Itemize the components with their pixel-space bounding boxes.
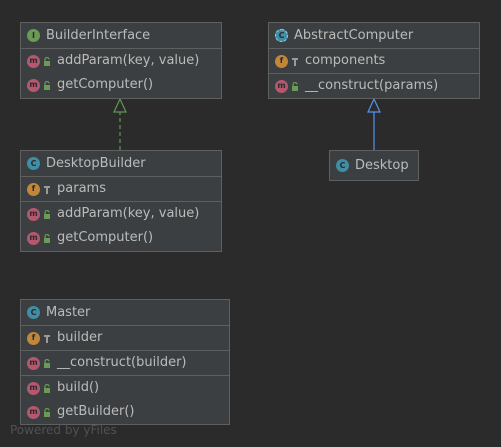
method-icon: m [27,405,40,419]
methods-section: m addParam(key, value) m getComputer() [21,48,221,97]
field-name: params [57,181,106,196]
method-icon: m [27,78,40,92]
diagram-canvas: I BuilderInterface m addParam(key, value… [0,0,501,447]
method-icon: m [275,79,288,93]
class-header: C DesktopBuilder [21,151,221,176]
public-lock-icon [44,383,50,393]
method-icon: m [27,381,40,395]
class-name: Master [46,305,91,320]
method-icon: m [27,231,40,245]
method-icon: m [27,356,40,370]
class-node-builder-interface[interactable]: I BuilderInterface m addParam(key, value… [20,22,222,99]
method-row[interactable]: m getComputer() [21,73,221,97]
public-lock-icon [44,56,50,66]
method-name: __construct(builder) [57,355,187,370]
methods-section: m __construct(params) [269,73,479,98]
fields-section: f builder [21,325,229,350]
protected-key-icon [292,57,298,66]
class-header: C Master [21,300,229,325]
method-icon: m [27,54,40,68]
method-row[interactable]: m __construct(builder) [21,351,229,375]
public-lock-icon [44,209,50,219]
class-name: AbstractComputer [294,28,414,43]
class-icon: C [27,157,40,170]
interface-icon: I [27,29,40,42]
method-name: getComputer() [57,77,154,92]
method-row[interactable]: m addParam(key, value) [21,49,221,73]
protected-key-icon [44,185,50,194]
method-name: addParam(key, value) [57,53,200,68]
method-name: getBuilder() [57,404,135,419]
field-row[interactable]: f builder [21,326,229,350]
field-row[interactable]: f components [269,49,479,73]
class-node-master[interactable]: C Master f builder m __construct(builder… [20,299,230,425]
implements-arrowhead [113,97,127,113]
class-icon: C [27,306,40,319]
class-node-desktop[interactable]: C Desktop [329,150,419,181]
class-node-desktop-builder[interactable]: C DesktopBuilder f params m addParam(key… [20,150,222,252]
methods-section: m addParam(key, value) m getComputer() [21,201,221,250]
field-name: builder [57,330,103,345]
class-header: C Desktop [330,151,418,180]
class-name: Desktop [355,158,409,173]
public-lock-icon [292,81,298,91]
method-name: __construct(params) [305,78,439,93]
class-header: I BuilderInterface [21,23,221,48]
field-name: components [305,53,386,68]
method-row[interactable]: m getComputer() [21,226,221,250]
field-row[interactable]: f params [21,177,221,201]
method-name: getComputer() [57,230,154,245]
field-icon: f [275,54,288,68]
class-node-abstract-computer[interactable]: C AbstractComputer f components m __cons… [268,22,480,99]
constructors-section: m __construct(builder) [21,350,229,375]
method-row[interactable]: m build() [21,376,229,400]
field-icon: f [27,331,40,345]
protected-key-icon [44,334,50,343]
method-name: build() [57,380,100,395]
methods-section: m build() m getBuilder() [21,375,229,424]
method-row[interactable]: m getBuilder() [21,400,229,424]
method-icon: m [27,207,40,221]
watermark: Powered by yFiles [10,423,117,437]
field-icon: f [27,182,40,196]
class-header: C AbstractComputer [269,23,479,48]
class-name: DesktopBuilder [46,156,146,171]
extends-arrowhead [367,97,381,113]
public-lock-icon [44,233,50,243]
class-name: BuilderInterface [46,28,151,43]
method-row[interactable]: m addParam(key, value) [21,202,221,226]
public-lock-icon [44,358,50,368]
public-lock-icon [44,80,50,90]
public-lock-icon [44,407,50,417]
class-icon: C [336,159,349,172]
abstract-class-icon: C [275,29,288,42]
fields-section: f params [21,176,221,201]
method-name: addParam(key, value) [57,206,200,221]
method-row[interactable]: m __construct(params) [269,74,479,98]
fields-section: f components [269,48,479,73]
